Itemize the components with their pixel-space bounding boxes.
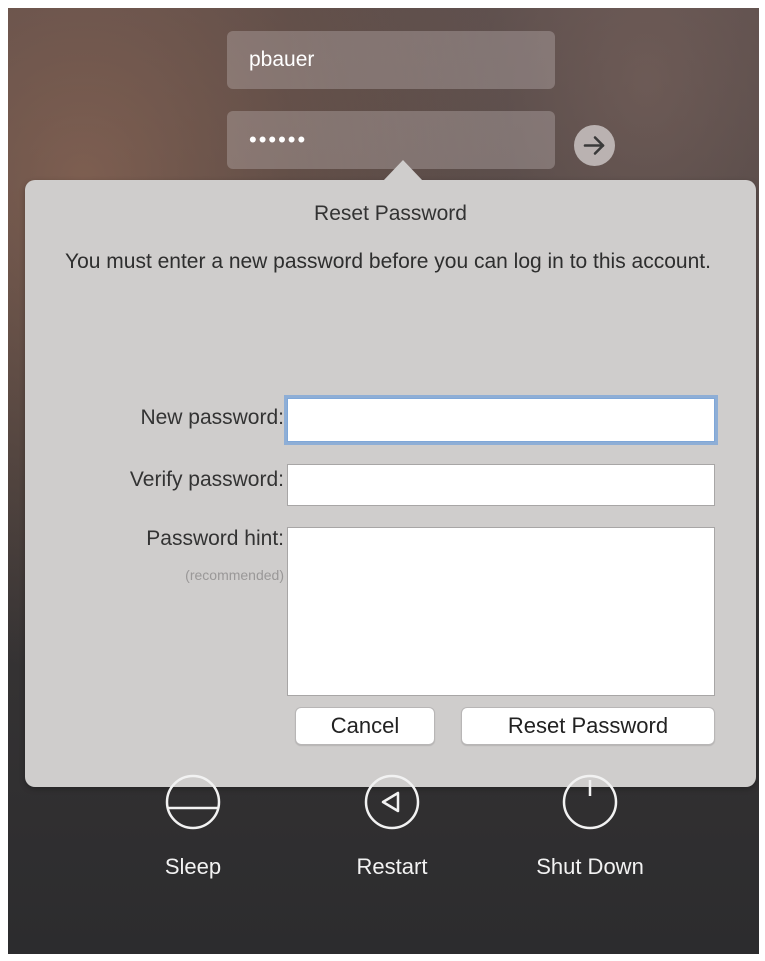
- password-hint-sublabel: (recommended): [185, 567, 284, 583]
- dialog-message: You must enter a new password before you…: [65, 250, 711, 273]
- arrow-right-icon: [583, 136, 605, 155]
- reset-password-button[interactable]: Reset Password: [461, 707, 715, 745]
- reset-password-dialog: Reset Password You must enter a new pass…: [25, 160, 756, 787]
- new-password-input[interactable]: [287, 398, 715, 442]
- password-hint-input[interactable]: [287, 527, 715, 696]
- dialog-title: Reset Password: [314, 202, 467, 225]
- new-password-label: New password:: [140, 406, 284, 429]
- shutdown-icon[interactable]: [562, 774, 618, 830]
- popover-arrow: [383, 160, 423, 181]
- login-screen: pbauer •••••• Reset Password You must en…: [8, 8, 759, 954]
- password-hint-label: Password hint:: [146, 527, 284, 550]
- login-submit-button[interactable]: [574, 125, 615, 166]
- cancel-button[interactable]: Cancel: [295, 707, 435, 745]
- restart-icon[interactable]: [364, 774, 420, 830]
- sleep-label[interactable]: Sleep: [113, 854, 273, 880]
- sleep-icon[interactable]: [165, 774, 221, 830]
- verify-password-label: Verify password:: [129, 468, 284, 491]
- restart-label[interactable]: Restart: [312, 854, 472, 880]
- username-field[interactable]: pbauer: [227, 31, 555, 89]
- shutdown-label[interactable]: Shut Down: [510, 854, 670, 880]
- verify-password-input[interactable]: [287, 464, 715, 506]
